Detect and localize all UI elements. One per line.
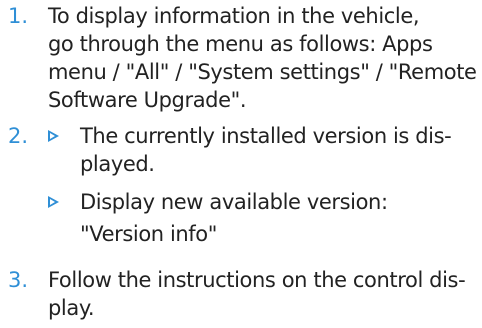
bullet-text: Display new available version: "Version … bbox=[80, 188, 476, 248]
bullet-text-line: played. bbox=[80, 152, 155, 176]
step-text: Follow the instructions on the control d… bbox=[48, 266, 476, 322]
triangle-bullet-icon bbox=[48, 130, 59, 142]
bullet-text-line: The currently installed version is dis- bbox=[80, 124, 452, 148]
step-text-line: Software Upgrade". bbox=[48, 88, 247, 112]
step-text-line: Follow the instructions on the control d… bbox=[48, 268, 466, 292]
step-number: 2. bbox=[8, 124, 29, 148]
bullet-text: The currently installed version is dis- … bbox=[80, 122, 476, 178]
step-number: 3. bbox=[8, 268, 29, 292]
step-number: 1. bbox=[8, 4, 29, 28]
triangle-bullet-icon bbox=[48, 196, 59, 208]
step-text-line: menu / "All" / "System settings" / "Remo… bbox=[48, 60, 477, 84]
step-text-line: play. bbox=[48, 296, 95, 320]
step-text-line: go through the menu as follows: Apps bbox=[48, 32, 433, 56]
step-text-line: To display information in the vehicle, bbox=[48, 4, 420, 28]
bullet-text-line: Display new available version: bbox=[80, 190, 388, 214]
step-text: To display information in the vehicle, g… bbox=[48, 2, 477, 114]
bullet-text-line: "Version info" bbox=[80, 222, 218, 246]
